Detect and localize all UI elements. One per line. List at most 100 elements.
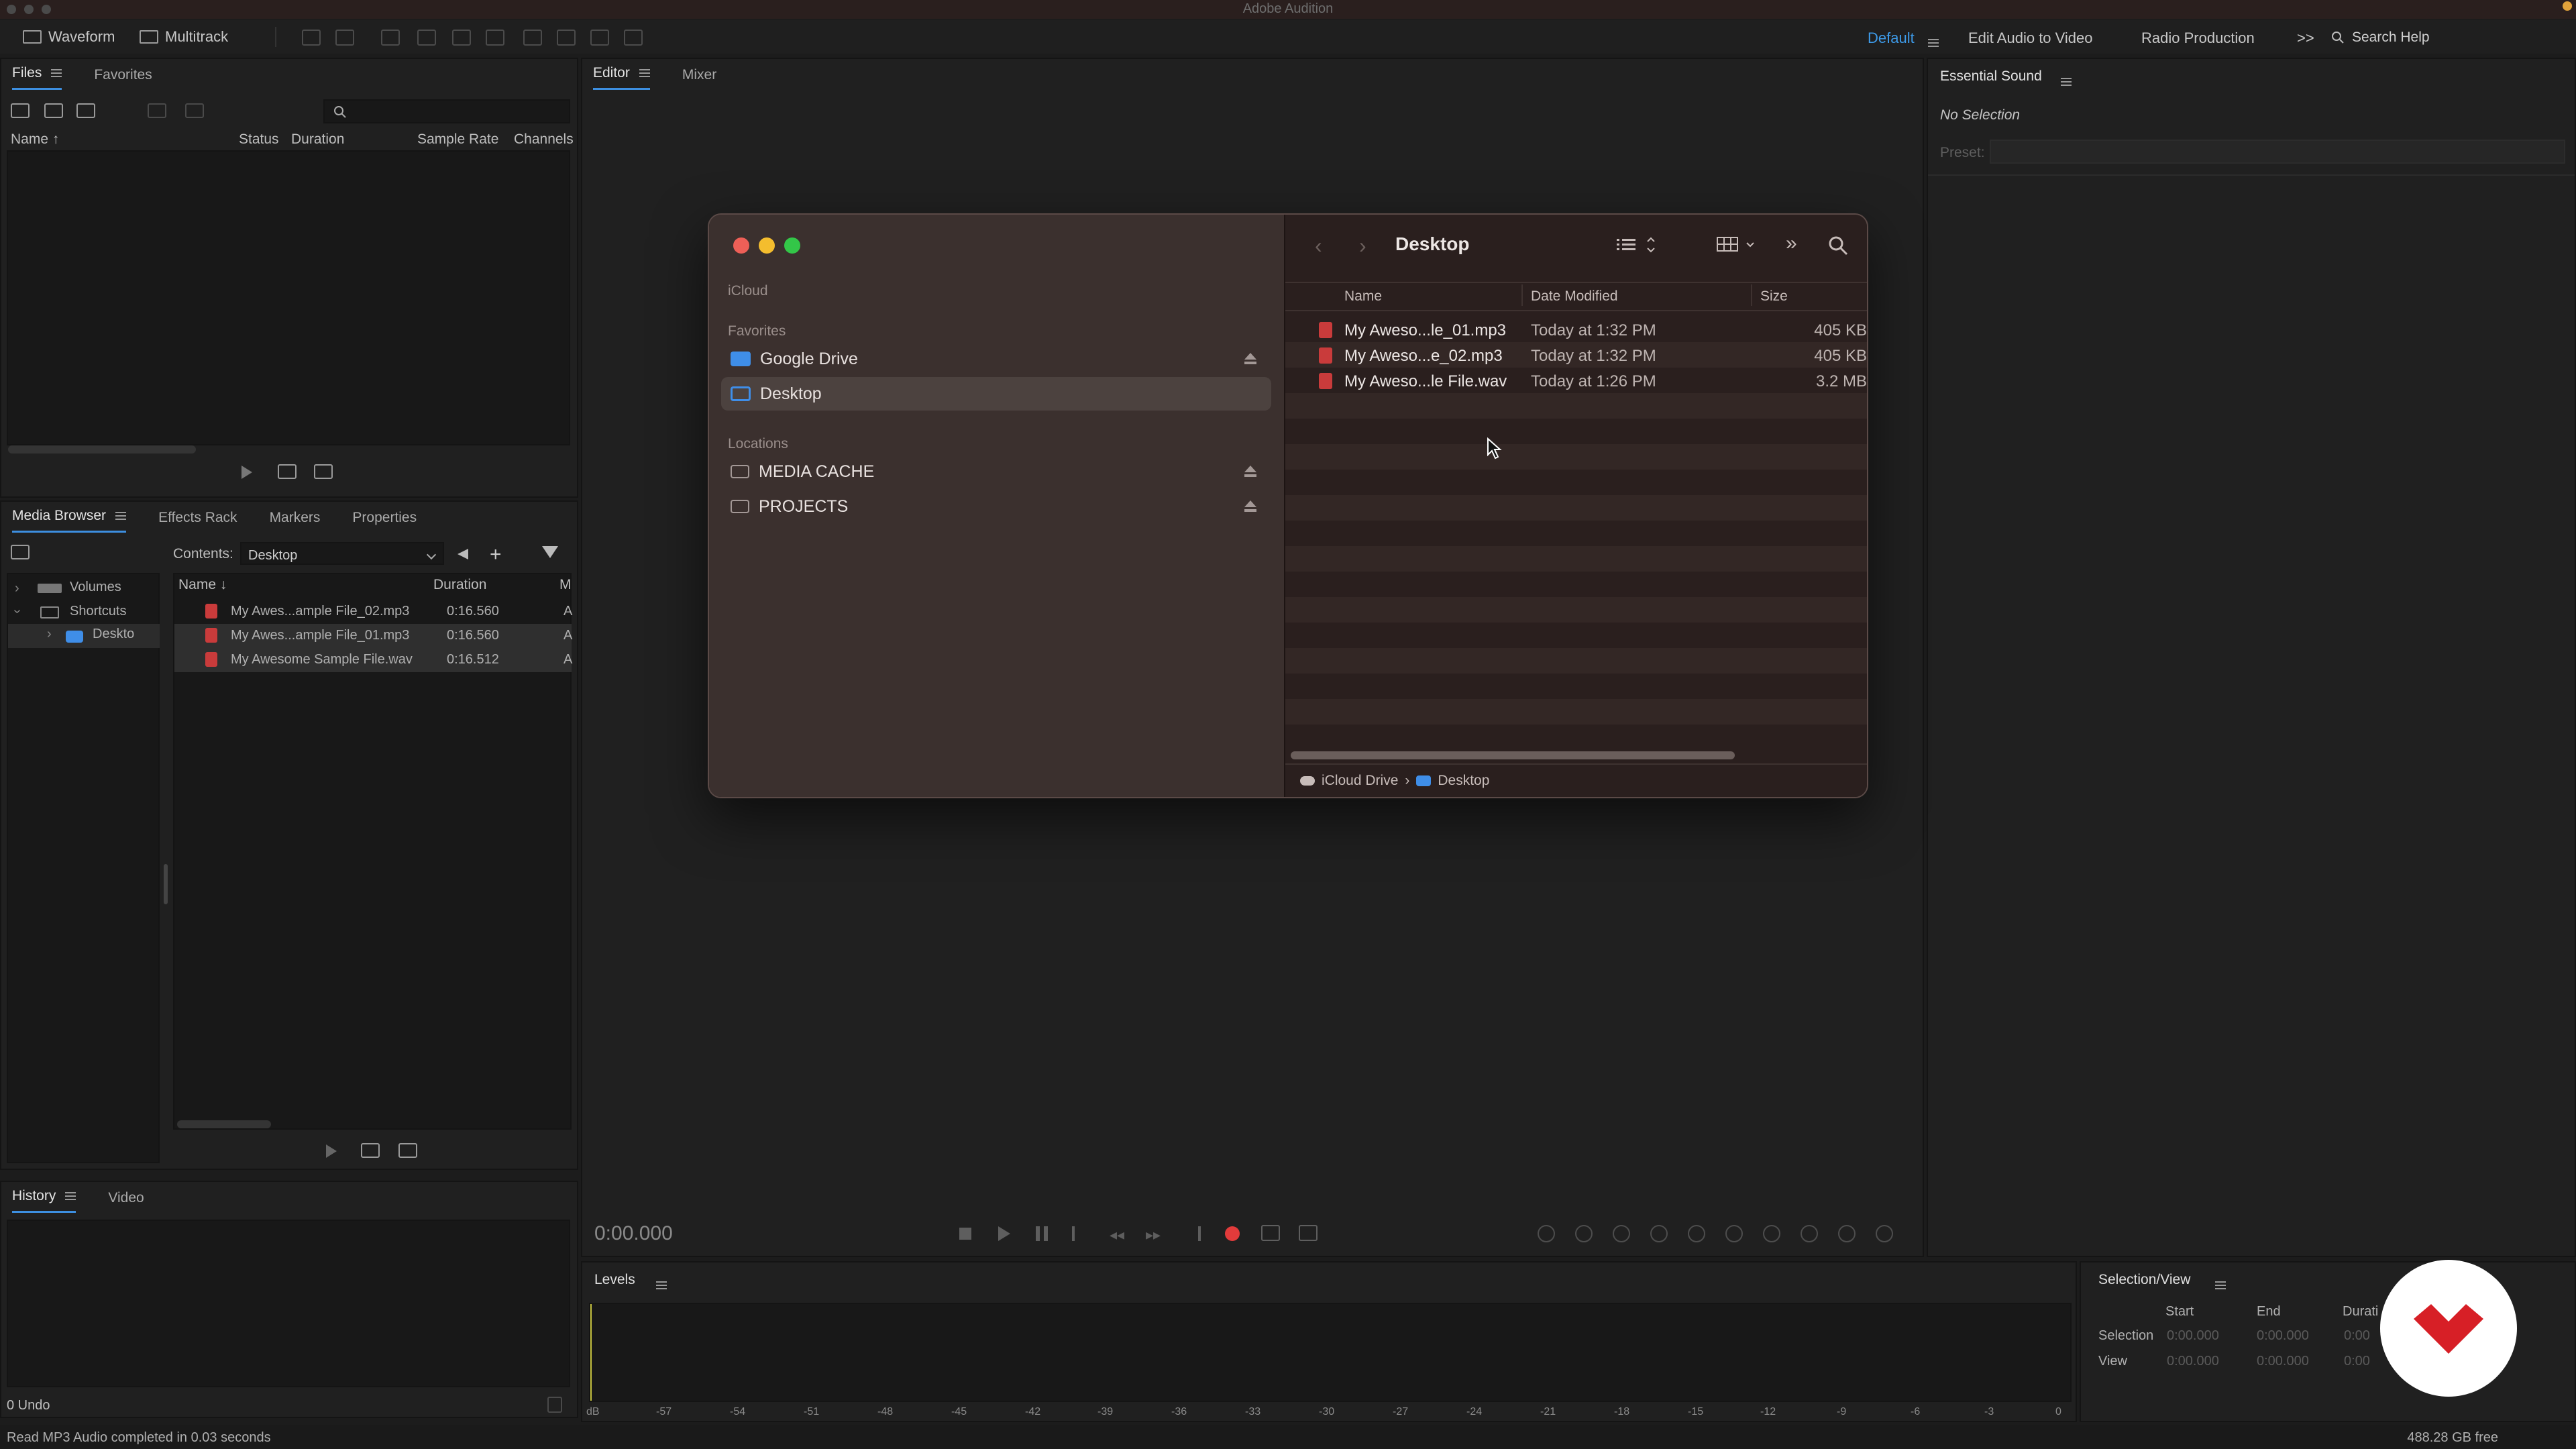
- brush-tool-icon[interactable]: [590, 30, 609, 46]
- files-col-status[interactable]: Status: [239, 131, 279, 148]
- spot-healing-tool-icon[interactable]: [624, 30, 643, 46]
- contents-select[interactable]: Desktop: [240, 542, 444, 565]
- zoom-selection-icon[interactable]: [1801, 1225, 1818, 1242]
- tab-files[interactable]: Files: [12, 65, 62, 90]
- import-file-icon[interactable]: [44, 103, 63, 118]
- media-play-icon[interactable]: [326, 1144, 337, 1158]
- list-item[interactable]: My Aweso...le_01.mp3 Today at 1:32 PM 40…: [1285, 317, 1867, 342]
- move-tool-icon[interactable]: [381, 30, 400, 46]
- media-col-duration[interactable]: Duration: [433, 577, 486, 593]
- files-play-icon[interactable]: [241, 466, 252, 479]
- tree-expand-desktop-icon[interactable]: ›: [47, 627, 52, 642]
- zoom-in-amplitude-icon[interactable]: [1538, 1225, 1555, 1242]
- preset-select[interactable]: [1990, 140, 2565, 164]
- workspace-edit-audio-to-video[interactable]: Edit Audio to Video: [1968, 30, 2093, 47]
- table-row[interactable]: My Awes...ample File_02.mp3 0:16.560 A: [174, 600, 572, 624]
- sidebar-section-icloud[interactable]: iCloud: [728, 283, 768, 299]
- table-row[interactable]: My Awes...ample File_01.mp3 0:16.560 A: [174, 624, 572, 648]
- list-item[interactable]: My Aweso...e_02.mp3 Today at 1:32 PM 405…: [1285, 342, 1867, 368]
- stop-icon[interactable]: [959, 1228, 971, 1240]
- eject-icon[interactable]: [1244, 500, 1256, 513]
- multitrack-button[interactable]: Multitrack: [140, 25, 228, 48]
- time-selection-tool-icon[interactable]: [486, 30, 504, 46]
- forward-icon[interactable]: ›: [1359, 233, 1366, 258]
- tab-media-browser[interactable]: Media Browser: [12, 508, 127, 533]
- search-help-field[interactable]: Search Help: [2330, 27, 2576, 48]
- spectral-display-icon[interactable]: [302, 30, 321, 46]
- tree-expand-volumes-icon[interactable]: ›: [15, 581, 19, 596]
- sv-view-start[interactable]: 0:00.000: [2167, 1354, 2219, 1369]
- pitch-display-icon[interactable]: [335, 30, 354, 46]
- zoom-in-time-icon[interactable]: [1613, 1225, 1630, 1242]
- finder-horizontal-scrollbar[interactable]: [1291, 751, 1735, 759]
- zoom-out-time-icon[interactable]: [1650, 1225, 1668, 1242]
- lasso-tool-icon[interactable]: [557, 30, 576, 46]
- waveform-button[interactable]: Waveform: [23, 25, 115, 48]
- open-file-icon[interactable]: [11, 103, 30, 118]
- files-col-duration[interactable]: Duration: [291, 131, 344, 148]
- rewind-icon[interactable]: ◂◂: [1110, 1226, 1124, 1244]
- zoom-out-point-icon[interactable]: [1763, 1225, 1780, 1242]
- tree-item-shortcuts[interactable]: Shortcuts: [70, 604, 126, 619]
- tab-editor[interactable]: Editor: [593, 65, 650, 90]
- minimize-icon[interactable]: [759, 237, 775, 254]
- media-autoplay-icon[interactable]: [398, 1143, 417, 1158]
- back-icon[interactable]: ‹: [1315, 233, 1322, 258]
- more-toolbar-icon[interactable]: »: [1786, 232, 1797, 255]
- files-search-input[interactable]: [323, 99, 570, 123]
- media-col-name[interactable]: Name ↓: [178, 577, 227, 593]
- back-arrow-icon[interactable]: [458, 549, 468, 559]
- media-col-m[interactable]: M: [559, 577, 572, 593]
- sv-selection-duration[interactable]: 0:00: [2344, 1328, 2370, 1344]
- media-splitter-handle[interactable]: [164, 864, 168, 904]
- files-list[interactable]: [7, 150, 570, 445]
- tree-item-volumes[interactable]: Volumes: [70, 580, 121, 595]
- list-view-icon[interactable]: [1615, 235, 1662, 255]
- delete-file-icon[interactable]: [185, 103, 204, 118]
- finder-col-size[interactable]: Size: [1760, 288, 1788, 305]
- slip-tool-icon[interactable]: [452, 30, 471, 46]
- sv-view-duration[interactable]: 0:00: [2344, 1354, 2370, 1369]
- skip-next-icon[interactable]: [1186, 1226, 1201, 1241]
- essential-sound-menu-icon[interactable]: [2061, 78, 2072, 87]
- tree-item-desktop[interactable]: Deskto: [93, 627, 134, 642]
- insert-into-multitrack-icon[interactable]: [148, 103, 166, 118]
- sv-view-end[interactable]: 0:00.000: [2257, 1354, 2309, 1369]
- zoom-out-amplitude-icon[interactable]: [1575, 1225, 1593, 1242]
- sidebar-item-google-drive[interactable]: Google Drive: [721, 342, 1271, 376]
- eject-icon[interactable]: [1244, 466, 1256, 478]
- table-row[interactable]: My Awesome Sample File.wav 0:16.512 A: [174, 648, 572, 672]
- files-col-name[interactable]: Name ↑: [11, 131, 59, 148]
- add-shortcut-icon[interactable]: +: [490, 543, 502, 566]
- new-file-icon[interactable]: [76, 103, 95, 118]
- files-scrollbar[interactable]: [8, 445, 196, 453]
- list-item[interactable]: My Aweso...le File.wav Today at 1:26 PM …: [1285, 368, 1867, 393]
- zoom-in-left-icon[interactable]: [1838, 1225, 1856, 1242]
- filter-icon[interactable]: [542, 546, 558, 558]
- loop-icon[interactable]: [1261, 1225, 1280, 1241]
- zoom-in-right-icon[interactable]: [1876, 1225, 1893, 1242]
- files-autoplay-icon[interactable]: [314, 464, 333, 479]
- tab-history[interactable]: History: [12, 1188, 76, 1213]
- pause-icon[interactable]: [1036, 1226, 1048, 1241]
- workspace-menu-icon[interactable]: [1928, 39, 1939, 48]
- history-delete-icon[interactable]: [547, 1397, 562, 1413]
- tab-markers[interactable]: Markers: [270, 510, 321, 533]
- media-export-icon[interactable]: [361, 1143, 380, 1158]
- path-item-icloud-drive[interactable]: iCloud Drive: [1322, 773, 1398, 789]
- tab-properties[interactable]: Properties: [352, 510, 417, 533]
- zoom-icon[interactable]: [784, 237, 800, 254]
- workspace-radio-production[interactable]: Radio Production: [2141, 30, 2255, 47]
- files-export-icon[interactable]: [278, 464, 297, 479]
- skip-previous-icon[interactable]: [1072, 1226, 1087, 1241]
- files-col-channels[interactable]: Channels: [514, 131, 574, 148]
- workspace-default[interactable]: Default: [1868, 30, 1915, 47]
- skip-selection-icon[interactable]: [1299, 1225, 1318, 1241]
- zoom-out-full-icon[interactable]: [1688, 1225, 1705, 1242]
- sidebar-item-desktop[interactable]: Desktop: [721, 377, 1271, 411]
- tab-favorites[interactable]: Favorites: [94, 67, 152, 90]
- files-menu-icon[interactable]: [51, 69, 62, 78]
- play-icon[interactable]: [998, 1226, 1010, 1241]
- selection-view-menu-icon[interactable]: [2215, 1281, 2226, 1290]
- finder-search-icon[interactable]: [1827, 235, 1849, 256]
